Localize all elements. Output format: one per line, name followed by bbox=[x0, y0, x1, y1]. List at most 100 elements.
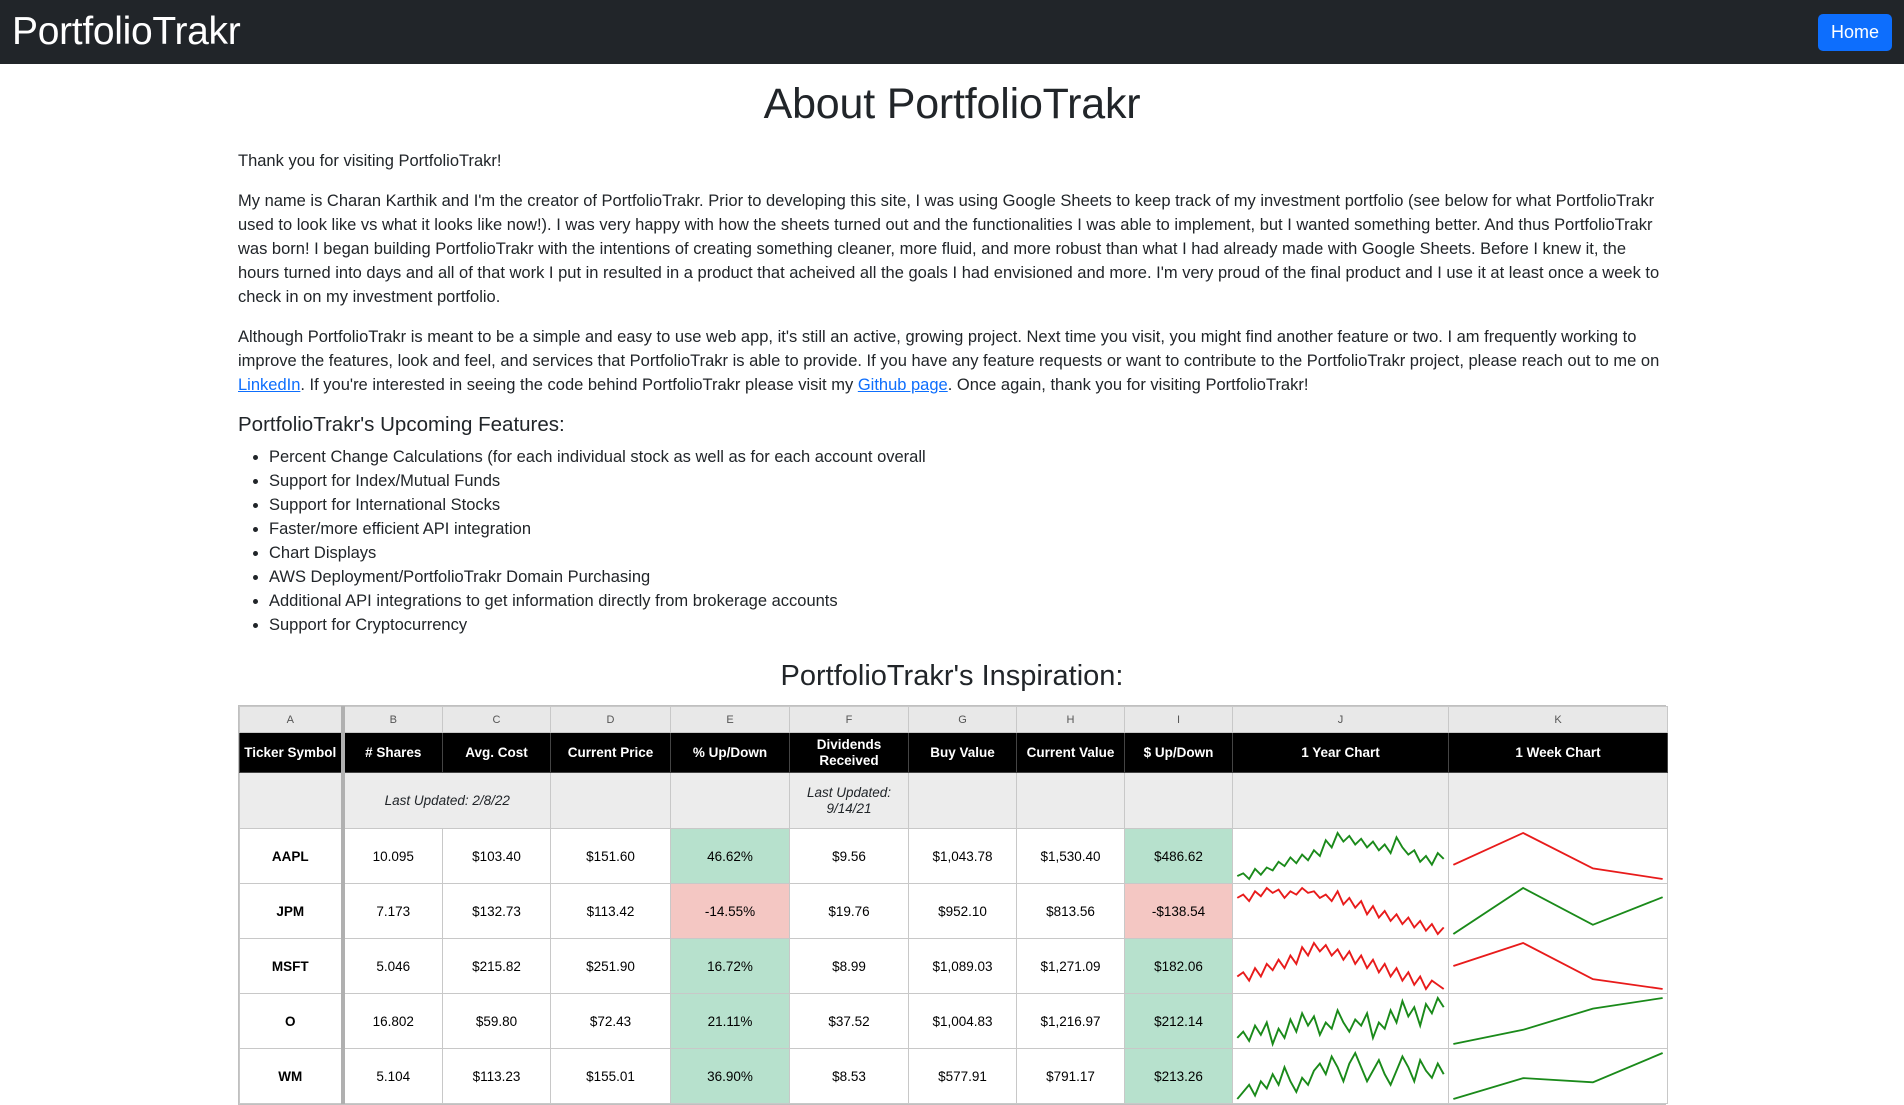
header-week-chart: 1 Week Chart bbox=[1448, 732, 1668, 773]
column-letter-row: A B C D E F G H I J K bbox=[239, 706, 1668, 733]
ticker-cell: JPM bbox=[239, 883, 343, 939]
usd-change-cell: $486.62 bbox=[1124, 828, 1233, 884]
feature-item: Support for International Stocks bbox=[269, 493, 1666, 517]
usd-change-cell: $212.14 bbox=[1124, 993, 1233, 1049]
sparkline-svg bbox=[1452, 886, 1664, 935]
header-current-price: Current Price bbox=[550, 732, 671, 773]
current-value-cell: $813.56 bbox=[1016, 883, 1125, 939]
pct-change-cell: -14.55% bbox=[670, 883, 790, 939]
project-text-a: Although PortfolioTrakr is meant to be a… bbox=[238, 328, 1660, 370]
col-letter: G bbox=[908, 706, 1017, 733]
table-row: JPM 7.173 $132.73 $113.42 -14.55% $19.76 $952.… bbox=[239, 883, 1668, 939]
empty-cell bbox=[1232, 772, 1449, 829]
year-sparkline bbox=[1232, 993, 1449, 1049]
page-title: About PortfolioTrakr bbox=[763, 80, 1141, 128]
ticker-cell: MSFT bbox=[239, 938, 343, 994]
feature-item: Support for Index/Mutual Funds bbox=[269, 469, 1666, 493]
empty-cell bbox=[1016, 772, 1125, 829]
pct-change-cell: 16.72% bbox=[670, 938, 790, 994]
sparkline-line bbox=[1236, 1050, 1445, 1100]
buy-value-cell: $577.91 bbox=[908, 1048, 1017, 1104]
sparkline-line bbox=[1236, 886, 1445, 936]
pct-change-cell: 36.90% bbox=[670, 1048, 790, 1104]
year-sparkline bbox=[1232, 883, 1449, 939]
github-link[interactable]: Github page bbox=[858, 376, 948, 394]
current-value-cell: $791.17 bbox=[1016, 1048, 1125, 1104]
linkedin-link[interactable]: LinkedIn bbox=[238, 376, 300, 394]
brand-logo[interactable]: PortfolioTrakr bbox=[12, 10, 241, 54]
dividends-cell: $9.56 bbox=[789, 828, 909, 884]
pct-change-cell: 21.11% bbox=[670, 993, 790, 1049]
feature-item: Faster/more efficient API integration bbox=[269, 517, 1666, 541]
shares-cell: 5.046 bbox=[340, 938, 443, 994]
col-letter: H bbox=[1016, 706, 1125, 733]
sparkline-svg bbox=[1236, 941, 1445, 991]
year-sparkline bbox=[1232, 828, 1449, 884]
sparkline-svg bbox=[1236, 830, 1445, 881]
sparkline-line bbox=[1236, 830, 1445, 881]
sheet-table: A B C D E F G H I J K Ticker Symbol # Sh… bbox=[239, 706, 1668, 1104]
current-price-cell: $113.42 bbox=[550, 883, 671, 939]
table-row: WM 5.104 $113.23 $155.01 36.90% $8.53 $577.91 $… bbox=[239, 1048, 1668, 1104]
header-pct: % Up/Down bbox=[670, 732, 790, 773]
last-updated-row: Last Updated: 2/8/22 Last Updated: 9/14/… bbox=[239, 772, 1668, 829]
year-sparkline bbox=[1232, 938, 1449, 994]
buy-value-cell: $1,089.03 bbox=[908, 938, 1017, 994]
current-value-cell: $1,216.97 bbox=[1016, 993, 1125, 1049]
sparkline-svg bbox=[1453, 942, 1663, 990]
buy-value-cell: $1,043.78 bbox=[908, 828, 1017, 884]
feature-item: Support for Cryptocurrency bbox=[269, 613, 1666, 637]
feature-item: Additional API integrations to get infor… bbox=[269, 589, 1666, 613]
col-letter: B bbox=[340, 706, 443, 733]
features-list: Percent Change Calculations (for each in… bbox=[269, 445, 1666, 637]
sparkline-svg bbox=[1236, 886, 1445, 936]
current-price-cell: $72.43 bbox=[550, 993, 671, 1049]
col-letter: J bbox=[1232, 706, 1449, 733]
intro-paragraph: My name is Charan Karthik and I'm the cr… bbox=[238, 192, 1660, 306]
sparkline-svg bbox=[1453, 1052, 1664, 1100]
inspiration-title: PortfolioTrakr's Inspiration: bbox=[780, 660, 1124, 692]
sparkline-svg bbox=[1452, 831, 1663, 880]
header-avg-cost: Avg. Cost bbox=[442, 732, 551, 773]
table-row: AAPL 10.095 $103.40 $151.60 46.62% $9.56 $1,04… bbox=[239, 828, 1668, 884]
feature-item: Chart Displays bbox=[269, 541, 1666, 565]
usd-change-cell: $213.26 bbox=[1124, 1048, 1233, 1104]
buy-value-cell: $952.10 bbox=[908, 883, 1017, 939]
features-title: PortfolioTrakr's Upcoming Features: bbox=[238, 413, 565, 436]
pct-change-cell: 46.62% bbox=[670, 828, 790, 884]
week-sparkline bbox=[1448, 883, 1668, 939]
week-sparkline bbox=[1448, 1048, 1668, 1104]
header-current-value: Current Value bbox=[1016, 732, 1125, 773]
ticker-cell: WM bbox=[239, 1048, 343, 1104]
avg-cost-cell: $59.80 bbox=[442, 993, 551, 1049]
greeting-text: Thank you for visiting PortfolioTrakr! bbox=[238, 152, 502, 170]
col-letter: K bbox=[1448, 706, 1668, 733]
last-updated-dividends: Last Updated: 9/14/21 bbox=[789, 772, 909, 829]
empty-cell bbox=[908, 772, 1017, 829]
usd-change-cell: $182.06 bbox=[1124, 938, 1233, 994]
year-sparkline bbox=[1232, 1048, 1449, 1104]
project-text-b: . If you're interested in seeing the cod… bbox=[300, 376, 858, 394]
shares-cell: 10.095 bbox=[340, 828, 443, 884]
header-buy-value: Buy Value bbox=[908, 732, 1017, 773]
navbar: PortfolioTrakr Home bbox=[0, 0, 1904, 64]
avg-cost-cell: $132.73 bbox=[442, 883, 551, 939]
empty-cell bbox=[550, 772, 671, 829]
header-row: Ticker Symbol # Shares Avg. Cost Current… bbox=[239, 732, 1668, 773]
current-value-cell: $1,271.09 bbox=[1016, 938, 1125, 994]
dividends-cell: $19.76 bbox=[789, 883, 909, 939]
sparkline-line bbox=[1236, 995, 1445, 1048]
empty-cell bbox=[239, 772, 343, 829]
header-usd: $ Up/Down bbox=[1124, 732, 1233, 773]
project-paragraph: Although PortfolioTrakr is meant to be a… bbox=[238, 325, 1666, 397]
current-price-cell: $151.60 bbox=[550, 828, 671, 884]
shares-cell: 16.802 bbox=[340, 993, 443, 1049]
sparkline-line bbox=[1453, 997, 1663, 1045]
avg-cost-cell: $103.40 bbox=[442, 828, 551, 884]
project-text-c: . Once again, thank you for visiting Por… bbox=[947, 376, 1309, 394]
week-sparkline bbox=[1448, 938, 1668, 994]
sparkline-line bbox=[1453, 1052, 1664, 1100]
col-letter: A bbox=[239, 706, 343, 733]
home-button[interactable]: Home bbox=[1817, 13, 1892, 51]
sparkline-line bbox=[1452, 886, 1664, 935]
